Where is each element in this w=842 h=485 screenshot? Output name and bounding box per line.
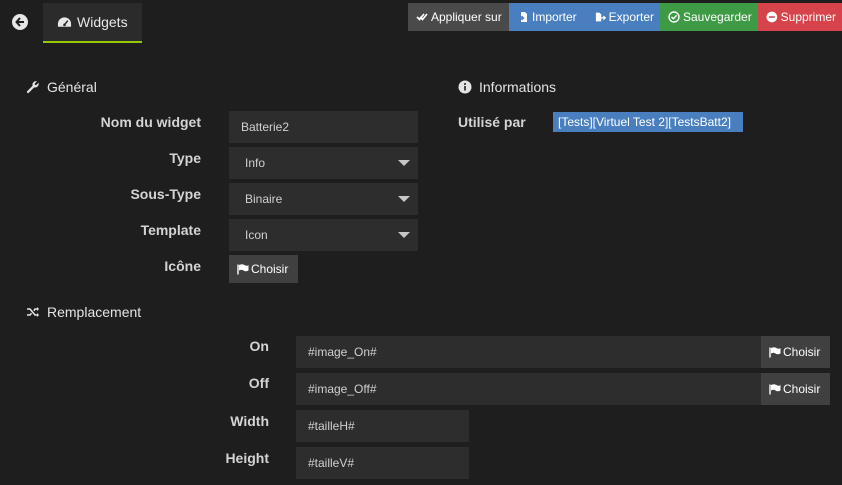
chevron-down-icon [398,196,410,202]
flag-icon [237,263,249,274]
icon-label: Icône [164,258,201,274]
import-button[interactable]: Importer [509,3,587,31]
info-circle-icon [458,80,472,94]
widget-name-label: Nom du widget [100,114,201,130]
subtype-select-value: Binaire [245,192,283,206]
used-by-label: Utilisé par [458,114,526,130]
type-select-value: Info [245,156,266,170]
choose-icon-button-label: Choisir [251,262,289,276]
delete-button-label: Supprimer [780,10,836,24]
flag-icon [769,383,781,394]
check-double-icon [416,13,428,21]
type-label: Type [169,150,201,166]
choose-on-image-button-label: Choisir [783,345,821,359]
used-by-link[interactable]: [Tests][Virtuel Test 2][TestsBatt2] [553,112,743,132]
template-select[interactable]: Icon [229,219,418,251]
export-button-label: Exporter [608,10,654,24]
general-title-text: Général [47,79,97,95]
choose-on-image-button[interactable]: Choisir [761,336,830,368]
choose-icon-button[interactable]: Choisir [229,255,298,283]
file-export-icon [595,12,606,22]
chevron-down-icon [398,232,410,238]
import-button-label: Importer [532,10,577,24]
save-button[interactable]: Sauvegarder [660,3,758,31]
back-button[interactable] [12,14,28,30]
replacement-title-text: Remplacement [47,304,142,320]
subtype-label: Sous-Type [130,186,201,202]
back-arrow-icon [15,17,24,27]
random-icon [27,307,39,317]
choose-off-image-button-label: Choisir [783,382,821,396]
widget-name-input[interactable]: Batterie2 [229,111,418,143]
minus-circle-icon [766,11,778,23]
replacement-section-title: Remplacement [26,304,141,320]
check-circle-icon [668,11,680,23]
on-image-input[interactable]: #image_On# [296,336,761,368]
top-bar: Widgets Appliquer sur Importer Exporter … [0,0,842,43]
width-input[interactable]: #tailleH# [296,410,469,442]
file-import-icon [518,12,527,22]
informations-section-title: Informations [458,79,556,95]
off-label: Off [248,375,269,391]
export-button[interactable]: Exporter [587,3,660,31]
height-label: Height [225,450,269,466]
tab-widgets-label: Widgets [77,14,128,30]
action-toolbar: Appliquer sur Importer Exporter Sauvegar… [408,3,842,31]
width-label: Width [230,413,269,429]
informations-title-text: Informations [479,79,557,95]
height-input[interactable]: #tailleV# [296,447,469,479]
wrench-icon [26,81,39,94]
delete-button[interactable]: Supprimer [758,3,842,31]
dashboard-icon [57,16,72,27]
on-label: On [249,338,269,354]
save-button-label: Sauvegarder [683,10,752,24]
off-image-input[interactable]: #image_Off# [296,373,761,405]
chevron-down-icon [398,160,410,166]
tab-widgets[interactable]: Widgets [43,3,142,43]
type-select[interactable]: Info [229,147,418,179]
choose-off-image-button[interactable]: Choisir [761,373,830,405]
flag-icon [769,346,781,357]
apply-button[interactable]: Appliquer sur [408,3,509,31]
template-select-value: Icon [245,228,268,242]
subtype-select[interactable]: Binaire [229,183,418,215]
template-label: Template [140,222,201,238]
general-section-title: Général [26,79,97,95]
apply-button-label: Appliquer sur [431,10,502,24]
